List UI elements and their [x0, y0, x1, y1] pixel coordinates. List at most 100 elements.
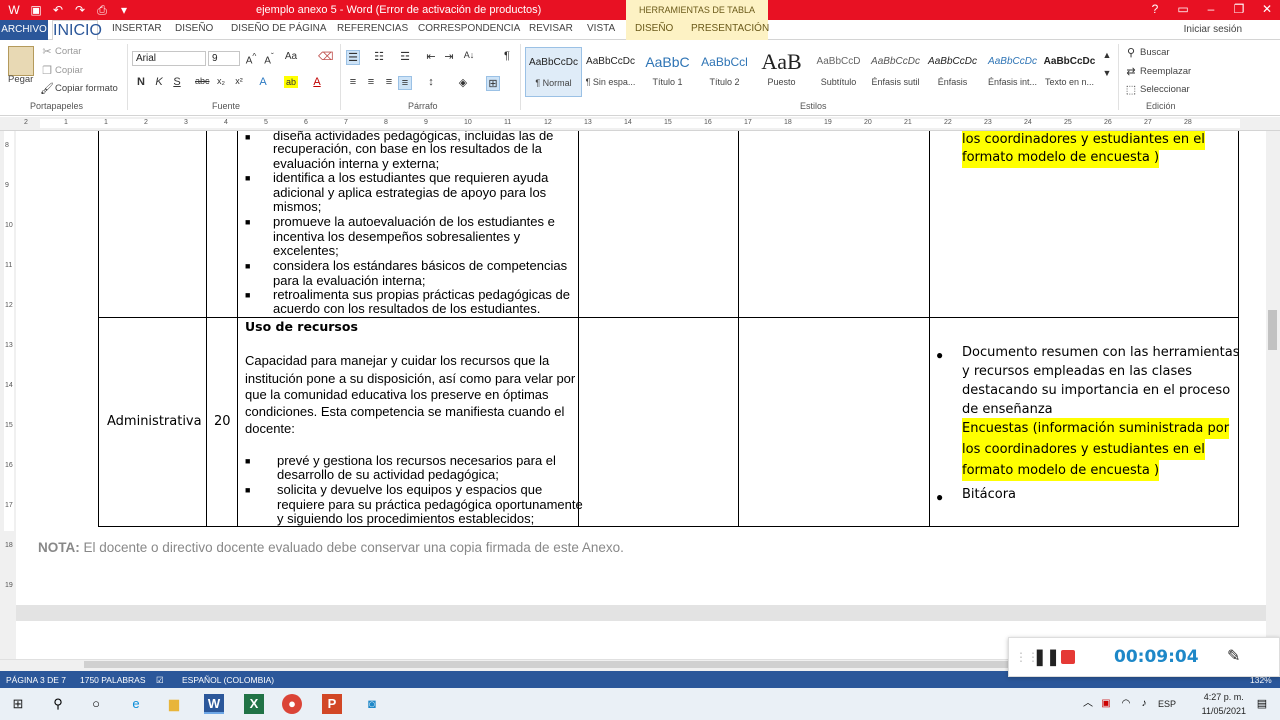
excel-taskbar-icon[interactable]: X [244, 694, 264, 714]
justify-icon[interactable]: ≡ [398, 76, 412, 90]
bold-icon[interactable]: N [134, 76, 148, 88]
proofing-icon[interactable]: ☑ [156, 675, 164, 686]
save-icon[interactable]: ▣ [28, 2, 44, 18]
select-button[interactable]: Seleccionar [1140, 84, 1190, 95]
ribbon-display-icon[interactable]: ▭ [1176, 2, 1190, 16]
customize-qat-icon[interactable]: ▾ [116, 2, 132, 18]
sort-icon[interactable]: A↓ [462, 50, 476, 60]
styles-scroll-up-icon[interactable]: ▲ [1100, 50, 1114, 60]
security-tray-icon[interactable]: ▣ [1096, 694, 1116, 714]
notifications-icon[interactable]: ▤ [1252, 694, 1272, 714]
decrease-indent-icon[interactable]: ⇤ [424, 50, 438, 63]
sign-in-link[interactable]: Iniciar sesión [1184, 24, 1242, 35]
change-case-icon[interactable]: Aa [284, 51, 298, 62]
style-subtle-emphasis[interactable]: AaBbCcDc Énfasis sutil [867, 47, 924, 97]
style-strong[interactable]: AaBbCcDc Texto en n... [1041, 47, 1098, 97]
tab-insertar[interactable]: INSERTAR [112, 23, 162, 34]
font-size-box[interactable]: 9 [208, 51, 240, 66]
recorder-taskbar-icon[interactable]: ◙ [362, 694, 382, 714]
tab-table-layout[interactable]: PRESENTACIÓN [691, 23, 769, 34]
page-indicator[interactable]: PÁGINA 3 DE 7 [6, 675, 66, 685]
tab-archivo[interactable]: ARCHIVO [0, 20, 48, 40]
close-icon[interactable]: ✕ [1260, 2, 1274, 16]
language-indicator[interactable]: ESPAÑOL (COLOMBIA) [182, 675, 274, 685]
volume-tray-icon[interactable]: ♪ [1134, 694, 1154, 714]
tab-correspondencia[interactable]: CORRESPONDENCIA [418, 23, 520, 34]
format-painter-button[interactable]: Copiar formato [55, 83, 118, 94]
windows-start-icon[interactable]: ⊞ [8, 694, 28, 714]
tab-diseno-pagina[interactable]: DISEÑO DE PÁGINA [231, 23, 327, 34]
chrome-taskbar-icon[interactable]: ● [282, 694, 302, 714]
italic-icon[interactable]: K [152, 76, 166, 88]
tab-revisar[interactable]: REVISAR [529, 23, 573, 34]
styles-scroll-down-icon[interactable]: ▼ [1100, 68, 1114, 78]
tab-referencias[interactable]: REFERENCIAS [337, 23, 408, 34]
clear-formatting-icon[interactable]: ⌫ [318, 50, 334, 63]
tab-table-design[interactable]: DISEÑO [635, 23, 673, 34]
minimize-icon[interactable]: – [1204, 2, 1218, 16]
vertical-scroll-thumb[interactable] [1268, 310, 1277, 350]
superscript-icon[interactable]: x² [232, 76, 246, 86]
pause-icon[interactable]: ❚❚ [1033, 647, 1060, 667]
stop-icon[interactable] [1061, 650, 1075, 664]
vertical-scrollbar[interactable] [1266, 131, 1280, 659]
bullets-icon[interactable]: ☰ [346, 50, 360, 65]
text-effects-icon[interactable]: A [256, 76, 270, 88]
input-language[interactable]: ESP [1158, 699, 1176, 709]
replace-button[interactable]: Reemplazar [1140, 66, 1191, 77]
tab-vista[interactable]: VISTA [587, 23, 615, 34]
style-heading-1[interactable]: AaBbC Título 1 [639, 47, 696, 97]
font-color-icon[interactable]: A [310, 76, 324, 88]
help-icon[interactable]: ? [1148, 2, 1162, 16]
style-no-spacing[interactable]: AaBbCcDc ¶ Sin espa... [582, 47, 639, 97]
shrink-font-icon[interactable]: Aˇ [262, 51, 276, 66]
horizontal-scroll-thumb[interactable] [84, 661, 1016, 668]
strikethrough-icon[interactable]: abc [195, 76, 210, 86]
paste-button[interactable]: Pegar [8, 74, 33, 85]
grow-font-icon[interactable]: A^ [244, 51, 258, 66]
word-taskbar-icon[interactable]: W [204, 694, 224, 714]
tab-inicio[interactable]: INICIO [52, 20, 102, 41]
word-count[interactable]: 1750 PALABRAS [80, 675, 146, 685]
find-button[interactable]: Buscar [1140, 47, 1170, 58]
file-explorer-icon[interactable]: ▆ [164, 694, 184, 714]
highlight-color-icon[interactable]: ab [284, 76, 298, 88]
borders-icon[interactable]: ⊞ [486, 76, 500, 91]
style-heading-2[interactable]: AaBbCcl Título 2 [696, 47, 753, 97]
network-tray-icon[interactable]: ◠ [1116, 694, 1136, 714]
align-right-icon[interactable]: ≡ [382, 76, 396, 88]
subscript-icon[interactable]: x₂ [214, 76, 228, 86]
paste-icon[interactable] [8, 46, 34, 76]
powerpoint-taskbar-icon[interactable]: P [322, 694, 342, 714]
multilevel-list-icon[interactable]: ☲ [398, 50, 412, 63]
align-center-icon[interactable]: ≡ [364, 76, 378, 88]
font-name-box[interactable]: Arial [132, 51, 206, 66]
cut-button[interactable]: Cortar [55, 46, 81, 57]
numbering-icon[interactable]: ☷ [372, 50, 386, 63]
line-spacing-icon[interactable]: ↕ [424, 76, 438, 88]
style-subtitle[interactable]: AaBbCcD Subtítulo [810, 47, 867, 97]
shading-icon[interactable]: ◈ [456, 76, 470, 89]
style-normal[interactable]: AaBbCcDc ¶ Normal [525, 47, 582, 97]
search-icon[interactable]: ⚲ [48, 694, 68, 714]
restore-icon[interactable]: ❐ [1232, 2, 1246, 16]
annotate-pen-icon[interactable]: ✎ [1227, 646, 1240, 666]
underline-icon[interactable]: S [170, 76, 184, 88]
increase-indent-icon[interactable]: ⇥ [442, 50, 456, 63]
style-emphasis[interactable]: AaBbCcDc Énfasis [924, 47, 981, 97]
tray-chevron-icon[interactable]: ︿ [1078, 694, 1098, 714]
redo-icon[interactable]: ↷ [72, 2, 88, 18]
undo-icon[interactable]: ↶ [50, 2, 66, 18]
tray-clock[interactable]: 4:27 p. m. 11/05/2021 [1202, 690, 1246, 718]
print-preview-icon[interactable]: ⎙ [94, 2, 110, 18]
edge-icon[interactable]: e [126, 694, 146, 714]
word-app-icon[interactable]: W [6, 2, 22, 18]
document-canvas[interactable]: ■ diseña actividades pedagógicas, inclui… [16, 131, 1268, 659]
cortana-icon[interactable]: ○ [86, 694, 106, 714]
tab-diseno[interactable]: DISEÑO [175, 23, 213, 34]
align-left-icon[interactable]: ≡ [346, 76, 360, 88]
show-marks-icon[interactable]: ¶ [500, 50, 514, 62]
copy-button[interactable]: Copiar [55, 65, 83, 76]
style-intense-emphasis[interactable]: AaBbCcDc Énfasis int... [984, 47, 1041, 97]
style-title[interactable]: AaB Puesto [753, 47, 810, 97]
